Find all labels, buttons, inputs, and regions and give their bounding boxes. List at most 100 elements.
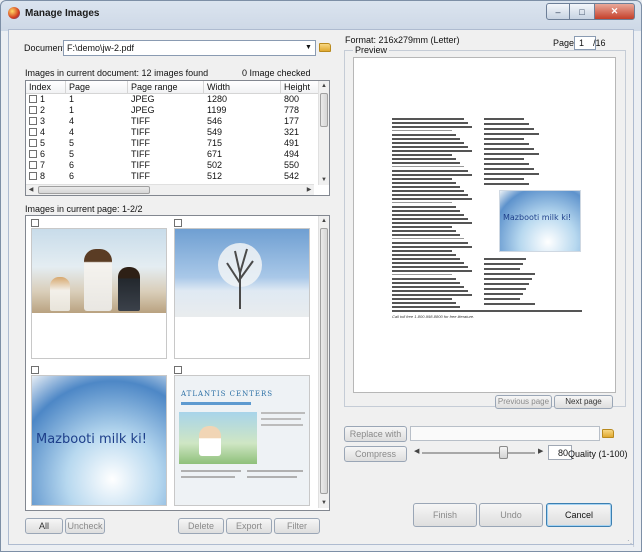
column-width[interactable]: Width <box>204 81 281 93</box>
document-label: Document <box>24 43 66 53</box>
browse-folder-icon[interactable] <box>319 43 331 52</box>
table-vertical-scrollbar[interactable]: ▲ ▼ <box>318 81 329 185</box>
uncheck-button[interactable]: Uncheck <box>65 518 105 534</box>
undo-button[interactable]: Undo <box>479 503 543 527</box>
preview-text-line <box>392 138 460 140</box>
thumbnail-scrollbar[interactable]: ▲ ▼ <box>318 216 329 508</box>
preview-text-line <box>392 202 452 203</box>
document-path-combo[interactable]: F:\demo\jw-2.pdf ▼ <box>63 40 316 56</box>
cell-text: 2 <box>40 105 46 115</box>
preview-text-line <box>392 210 460 212</box>
preview-text-line <box>392 178 452 180</box>
delete-button[interactable]: Delete <box>178 518 224 534</box>
preview-text-line <box>392 302 456 304</box>
scroll-thumb[interactable] <box>38 186 150 194</box>
export-button[interactable]: Export <box>226 518 272 534</box>
thumbnail-checkbox[interactable] <box>174 219 182 227</box>
cell-text: 546 <box>207 116 223 126</box>
preview-text-line <box>392 166 464 167</box>
table-cell: JPEG <box>128 105 204 116</box>
table-row[interactable]: 1 1 JPEG 1280 800 <box>26 94 329 105</box>
replace-file-input[interactable] <box>410 426 600 441</box>
window-title: Manage Images <box>25 7 100 19</box>
compress-button[interactable]: Compress <box>344 446 407 462</box>
row-checkbox[interactable] <box>29 128 37 136</box>
slider-right-arrow-icon[interactable]: ▶ <box>538 447 543 455</box>
next-page-button[interactable]: Next page <box>554 395 613 409</box>
preview-text-line <box>392 150 472 152</box>
column-page[interactable]: Page <box>66 81 128 93</box>
replace-with-button[interactable]: Replace with <box>344 426 407 442</box>
table-row[interactable]: 8 6 TIFF 512 542 <box>26 171 329 182</box>
table-cell: 549 <box>204 127 281 138</box>
browse-replace-folder-icon[interactable] <box>602 429 614 438</box>
slider-left-arrow-icon[interactable]: ◀ <box>414 447 419 455</box>
scroll-up-icon[interactable]: ▲ <box>319 216 329 226</box>
preview-text-line <box>392 250 452 252</box>
format-label: Format: 216x279mm (Letter) <box>345 35 460 45</box>
thumbnail-milk-ad[interactable]: Mazbooti milk ki! <box>31 375 167 506</box>
check-all-button[interactable]: All <box>25 518 63 534</box>
thumbnail-checkbox[interactable] <box>31 219 39 227</box>
cell-text: JPEG <box>131 94 155 104</box>
quality-slider-track[interactable] <box>422 452 535 454</box>
column-index[interactable]: Index <box>26 81 66 93</box>
preview-ad-text: Mazbooti milk ki! <box>503 213 572 222</box>
minimize-button[interactable]: – <box>546 3 570 20</box>
row-checkbox[interactable] <box>29 95 37 103</box>
row-checkbox[interactable] <box>29 139 37 147</box>
column-height[interactable]: Height <box>281 81 321 93</box>
table-row[interactable]: 2 1 JPEG 1199 778 <box>26 105 329 116</box>
preview-text-line <box>392 234 460 236</box>
scroll-down-icon[interactable]: ▼ <box>319 175 329 185</box>
resize-grip-icon[interactable]: ⋱ <box>627 539 635 548</box>
table-row[interactable]: 4 4 TIFF 549 321 <box>26 127 329 138</box>
table-row[interactable]: 3 4 TIFF 546 177 <box>26 116 329 127</box>
row-checkbox[interactable] <box>29 161 37 169</box>
table-row[interactable]: 6 5 TIFF 671 494 <box>26 149 329 160</box>
thumbnail-family-image[interactable] <box>31 228 167 359</box>
table-cell: 1199 <box>204 105 281 116</box>
table-cell: 671 <box>204 149 281 160</box>
preview-text-line <box>484 303 535 305</box>
page-preview[interactable]: Mazbooti milk ki! Call toll free 1-800-9… <box>353 57 616 393</box>
quality-slider-thumb[interactable] <box>499 446 509 459</box>
scroll-up-icon[interactable]: ▲ <box>319 81 329 91</box>
row-checkbox[interactable] <box>29 106 37 114</box>
scroll-left-icon[interactable]: ◀ <box>26 185 36 195</box>
table-cell: 546 <box>204 116 281 127</box>
scroll-thumb[interactable] <box>320 228 328 494</box>
cancel-button[interactable]: Cancel <box>546 503 612 527</box>
thumbnail-grid[interactable]: Mazbooti milk ki! ATLANTIS CENTERS ▲ ▼ <box>25 215 330 511</box>
previous-page-button[interactable]: Previous page <box>495 395 552 409</box>
finish-button[interactable]: Finish <box>413 503 477 527</box>
thumbnail-checkbox[interactable] <box>31 366 39 374</box>
table-row[interactable]: 5 5 TIFF 715 491 <box>26 138 329 149</box>
cell-text: TIFF <box>131 171 150 181</box>
thumbnail-checkbox[interactable] <box>174 366 182 374</box>
maximize-button[interactable]: □ <box>570 3 594 20</box>
row-checkbox[interactable] <box>29 117 37 125</box>
scroll-right-icon[interactable]: ▶ <box>304 185 314 195</box>
column-page-range[interactable]: Page range <box>128 81 204 93</box>
close-button[interactable]: ✕ <box>594 3 635 20</box>
images-table[interactable]: Index Page Page range Width Height 1 1 JPE… <box>25 80 330 196</box>
table-horizontal-scrollbar[interactable]: ◀ ▶ <box>26 184 314 195</box>
preview-text-line <box>392 198 472 200</box>
thumbnail-tree-image[interactable] <box>174 228 310 359</box>
cell-text: 3 <box>40 116 46 126</box>
preview-text-line <box>484 118 524 120</box>
chevron-down-icon[interactable]: ▼ <box>302 41 315 55</box>
row-checkbox[interactable] <box>29 150 37 158</box>
preview-text-line <box>484 263 523 265</box>
preview-text-line <box>392 226 452 228</box>
scroll-thumb[interactable] <box>320 93 328 127</box>
table-row[interactable]: 7 6 TIFF 502 550 <box>26 160 329 171</box>
preview-text-line <box>484 133 539 135</box>
row-checkbox[interactable] <box>29 172 37 180</box>
filter-button[interactable]: Filter <box>274 518 320 534</box>
scroll-down-icon[interactable]: ▼ <box>319 498 329 508</box>
preview-text-line <box>392 254 456 256</box>
preview-text-line <box>484 168 534 170</box>
thumbnail-website[interactable]: ATLANTIS CENTERS <box>174 375 310 506</box>
